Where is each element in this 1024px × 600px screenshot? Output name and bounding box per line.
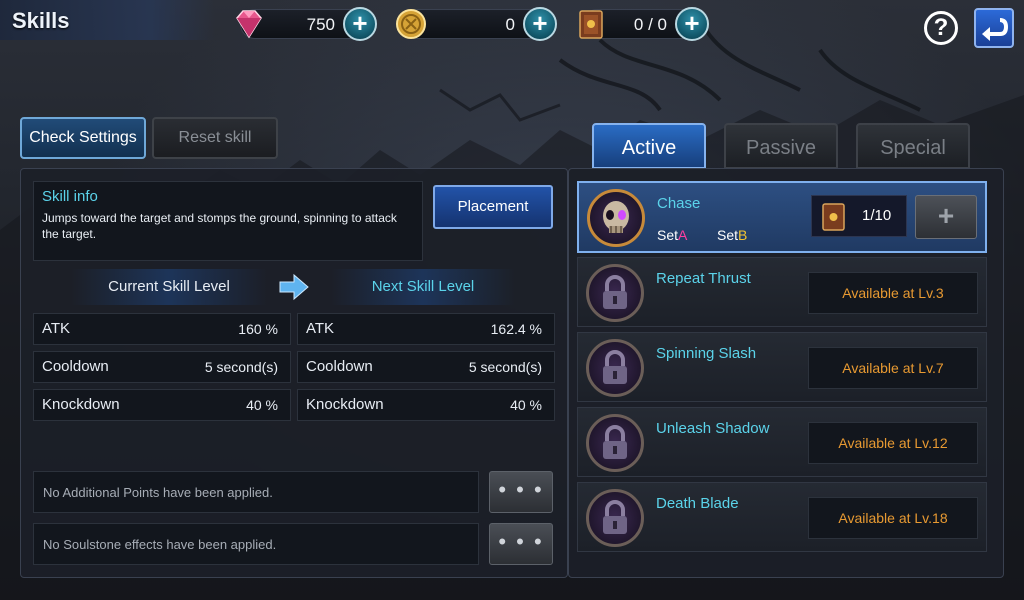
lock-icon <box>603 500 627 534</box>
skill-row-spinning-slash[interactable]: Spinning Slash Available at Lv.7 <box>577 332 987 402</box>
skill-name: Chase <box>657 195 701 212</box>
skill-book-count: 1/10 <box>811 195 907 237</box>
stat-value: 40 % <box>246 397 278 413</box>
skill-book-counter: 0 / 0 + <box>579 7 709 41</box>
stat-key: Knockdown <box>42 396 120 413</box>
reset-skill-button[interactable]: Reset skill <box>152 117 278 159</box>
arrow-right-icon <box>279 273 309 301</box>
skill-name: Unleash Shadow <box>656 420 770 437</box>
skill-row-repeat-thrust[interactable]: Repeat Thrust Available at Lv.3 <box>577 257 987 327</box>
next-stat-row: Knockdown 40 % <box>297 389 555 421</box>
current-stat-row: Cooldown 5 second(s) <box>33 351 291 383</box>
gem-value: 750 <box>306 15 335 34</box>
skull-portrait-icon <box>587 189 645 247</box>
availability-label: Available at Lv.3 <box>808 272 978 314</box>
gem-counter: 750 + <box>236 7 377 41</box>
stat-key: ATK <box>42 320 71 337</box>
stat-key: Cooldown <box>42 358 109 375</box>
skill-row-chase[interactable]: Chase SetA SetB 1/10 + <box>577 181 987 253</box>
skill-info-description: Jumps toward the target and stomps the g… <box>42 211 397 241</box>
skull-icon <box>603 201 629 233</box>
note-text: No Additional Points have been applied. <box>43 485 273 500</box>
skill-book-value: 0 / 0 <box>633 15 667 34</box>
page-title: Skills <box>12 8 70 33</box>
lock-portrait-icon <box>586 339 644 397</box>
add-gold-button[interactable]: + <box>523 7 557 41</box>
stat-value: 160 % <box>238 321 278 337</box>
skill-name: Repeat Thrust <box>656 270 751 287</box>
availability-label: Available at Lv.18 <box>808 497 978 539</box>
add-skill-book-to-skill-button[interactable]: + <box>915 195 977 239</box>
stat-key: Cooldown <box>306 358 373 375</box>
skill-book-icon <box>822 203 845 231</box>
skill-book-icon <box>579 10 603 39</box>
gold-counter: 0 + <box>396 7 557 41</box>
skill-info-box: Skill info Jumps toward the target and s… <box>33 181 423 261</box>
note-text: No Soulstone effects have been applied. <box>43 537 277 552</box>
title-bar: Skills <box>0 0 215 40</box>
placement-button[interactable]: Placement <box>433 185 553 229</box>
current-stat-row: Knockdown 40 % <box>33 389 291 421</box>
set-a-prefix: Set <box>657 227 679 243</box>
set-a-label: SetA <box>657 227 687 243</box>
skill-info-heading: Skill info <box>42 188 98 205</box>
skill-detail-panel: Skill info Jumps toward the target and s… <box>20 168 568 578</box>
gold-value: 0 <box>505 15 515 34</box>
current-stat-row: ATK 160 % <box>33 313 291 345</box>
availability-label: Available at Lv.12 <box>808 422 978 464</box>
tab-special[interactable]: Special <box>856 123 970 169</box>
skill-list-panel: Chase SetA SetB 1/10 + Repeat Thrust Ava… <box>568 168 1004 578</box>
gold-coin-icon <box>396 9 426 39</box>
lock-icon <box>603 425 627 459</box>
skill-book-count-value: 1/10 <box>862 207 892 224</box>
skill-row-unleash-shadow[interactable]: Unleash Shadow Available at Lv.12 <box>577 407 987 477</box>
stat-key: ATK <box>306 320 335 337</box>
help-button[interactable]: ? <box>924 11 958 45</box>
lock-portrait-icon <box>586 489 644 547</box>
next-stat-row: Cooldown 5 second(s) <box>297 351 555 383</box>
lock-icon <box>603 275 627 309</box>
stat-value: 162.4 % <box>490 321 542 337</box>
lock-icon <box>603 350 627 384</box>
back-arrow-icon <box>982 18 1009 41</box>
set-b-prefix: Set <box>717 227 739 243</box>
skill-name: Spinning Slash <box>656 345 757 362</box>
stat-value: 5 second(s) <box>468 359 542 375</box>
current-skill-level-header: Current Skill Level <box>71 269 267 305</box>
set-b-mark: B <box>738 227 748 243</box>
check-settings-button[interactable]: Check Settings <box>20 117 146 159</box>
tab-passive[interactable]: Passive <box>724 123 838 169</box>
soulstone-note: No Soulstone effects have been applied. <box>33 523 479 565</box>
back-button[interactable] <box>974 8 1014 48</box>
gem-icon <box>236 10 262 39</box>
stat-value: 5 second(s) <box>204 359 278 375</box>
add-gem-button[interactable]: + <box>343 7 377 41</box>
stat-value: 40 % <box>510 397 542 413</box>
stat-key: Knockdown <box>306 396 384 413</box>
lock-portrait-icon <box>586 264 644 322</box>
skill-name: Death Blade <box>656 495 739 512</box>
tab-active[interactable]: Active <box>592 123 706 169</box>
set-b-label: SetB <box>717 227 747 243</box>
additional-points-more-button[interactable]: • • • <box>489 471 553 513</box>
availability-label: Available at Lv.7 <box>808 347 978 389</box>
next-skill-level-header: Next Skill Level <box>331 269 515 305</box>
add-skill-book-button[interactable]: + <box>675 7 709 41</box>
lock-portrait-icon <box>586 414 644 472</box>
skill-row-death-blade[interactable]: Death Blade Available at Lv.18 <box>577 482 987 552</box>
soulstone-more-button[interactable]: • • • <box>489 523 553 565</box>
additional-points-note: No Additional Points have been applied. <box>33 471 479 513</box>
set-a-mark: A <box>678 227 688 243</box>
next-stat-row: ATK 162.4 % <box>297 313 555 345</box>
